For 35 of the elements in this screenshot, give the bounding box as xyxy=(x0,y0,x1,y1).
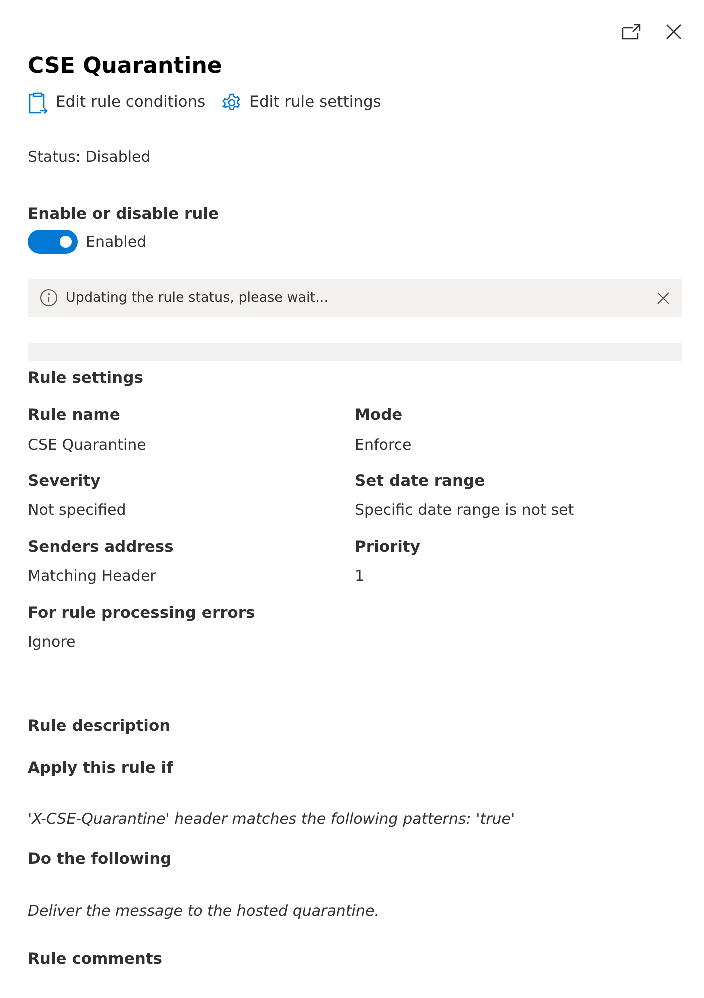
field-value: Matching Header xyxy=(28,566,158,587)
edit-settings-button[interactable]: Edit rule settings xyxy=(222,91,382,114)
toggle-switch[interactable] xyxy=(28,230,78,254)
banner-text: Updating the rule status, please wait... xyxy=(66,288,330,308)
edit-conditions-button[interactable]: Edit rule conditions xyxy=(28,91,206,114)
description-text: Deliver the message to the hosted quarantine. xyxy=(28,900,380,922)
field-label: Mode xyxy=(355,405,404,426)
field-value: Enforce xyxy=(355,434,413,456)
gear-icon xyxy=(222,92,242,113)
section-heading: Rule description xyxy=(28,716,172,738)
section-heading: Rule comments xyxy=(28,949,164,970)
field-label: For rule processing errors xyxy=(28,602,256,624)
subsection-label: Do the following xyxy=(28,849,173,870)
clipboard-icon xyxy=(28,92,48,114)
field-value: Specific date range is not set xyxy=(355,500,576,522)
field-label: Priority xyxy=(355,536,422,558)
field-label: Severity xyxy=(28,471,102,492)
field-label: Senders address xyxy=(28,536,175,558)
field-value: Ignore xyxy=(28,632,77,653)
close-icon[interactable] xyxy=(657,292,670,304)
section-heading: Rule settings xyxy=(28,368,144,389)
info-icon xyxy=(40,289,58,307)
toggle-label: Enable or disable rule xyxy=(28,204,220,225)
panel-title: CSE Quarantine xyxy=(28,53,224,81)
toggle-state: Enabled xyxy=(86,232,147,253)
close-icon[interactable] xyxy=(666,24,682,40)
field-value: Not specified xyxy=(28,500,128,522)
popout-icon[interactable] xyxy=(622,24,642,40)
description-text: 'X-CSE-Quarantine' header matches the following patterns: 'true' xyxy=(28,808,516,830)
field-label: Rule name xyxy=(28,405,122,426)
field-value: CSE Quarantine xyxy=(28,434,148,456)
field-value: 1 xyxy=(355,566,366,587)
status-text: Status: Disabled xyxy=(28,147,152,168)
field-label: Set date range xyxy=(355,471,486,492)
subsection-label: Apply this rule if xyxy=(28,758,174,778)
